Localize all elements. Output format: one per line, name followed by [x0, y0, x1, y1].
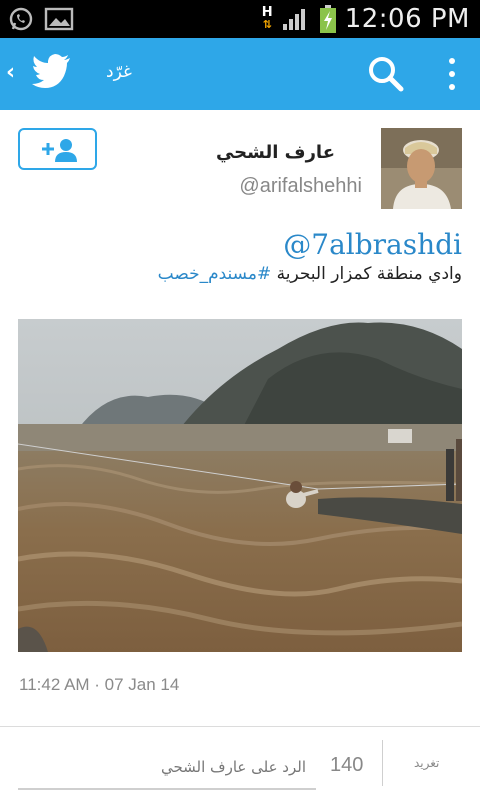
mention-link[interactable]: @7albrashdi — [283, 228, 462, 261]
tweet-text: وادي منطقة كمزار البحرية #مسندم_خصب — [158, 264, 462, 284]
network-type-indicator: H ⇅ — [261, 5, 273, 31]
character-counter: 140 — [330, 754, 364, 776]
overflow-menu-icon[interactable] — [440, 52, 464, 96]
tweet-timestamp: 11:42 AM · 07 Jan 14 — [19, 675, 180, 694]
author-handle[interactable]: @arifalshehhi — [239, 175, 362, 198]
twitter-bird-icon[interactable] — [32, 54, 72, 88]
reply-placeholder: الرد على عارف الشحي — [160, 758, 306, 776]
avatar-image — [381, 128, 462, 209]
add-user-icon — [42, 139, 77, 162]
app-bar: ‹ غرّد — [0, 38, 480, 110]
reply-input[interactable]: الرد على عارف الشحي — [18, 752, 316, 790]
clock: 12:06 PM — [344, 4, 470, 34]
signal-icon — [282, 9, 305, 30]
tweet-button[interactable]: تغريد — [414, 756, 439, 770]
status-bar: H ⇅ 12:06 PM — [0, 0, 480, 38]
avatar[interactable] — [381, 128, 462, 209]
follow-button[interactable] — [18, 128, 97, 170]
battery-charging-icon — [319, 5, 336, 33]
search-icon[interactable] — [366, 54, 406, 94]
author-name[interactable]: عارف الشحي — [216, 142, 335, 163]
tweet-photo[interactable] — [18, 319, 462, 652]
page-title: غرّد — [106, 62, 132, 82]
tweet-text-body: وادي منطقة كمزار البحرية — [271, 264, 462, 284]
whatsapp-icon — [9, 7, 33, 31]
hashtag-link[interactable]: #مسندم_خصب — [158, 264, 272, 284]
gallery-icon — [44, 7, 74, 31]
divider-vertical — [382, 740, 383, 786]
back-chevron-icon[interactable]: ‹ — [6, 60, 15, 85]
divider — [0, 726, 480, 727]
network-arrows-icon: ⇅ — [262, 18, 272, 31]
